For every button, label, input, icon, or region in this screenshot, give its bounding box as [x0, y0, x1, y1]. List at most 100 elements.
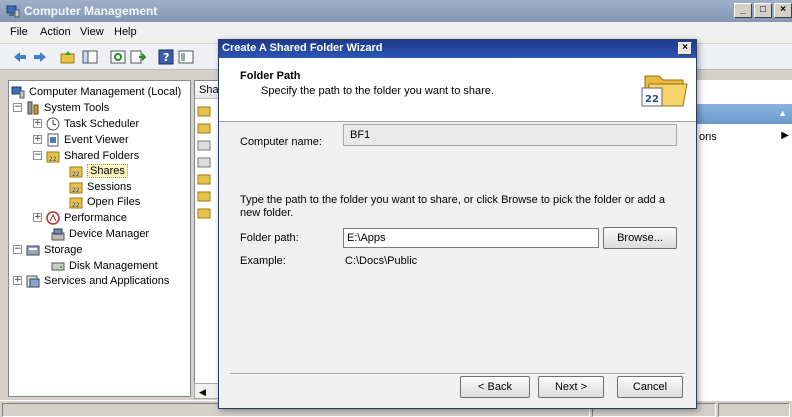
tree-item-label: Computer Management (Local)	[29, 85, 182, 98]
svg-text:?: ?	[163, 51, 169, 64]
cancel-button[interactable]: Cancel	[617, 376, 683, 398]
tree-item-sessions[interactable]: 22 Sessions	[69, 179, 132, 194]
folder-path-input[interactable]	[343, 228, 599, 248]
system-tools-icon	[27, 101, 39, 114]
svg-text:22: 22	[645, 94, 659, 105]
next-button[interactable]: Next >	[538, 376, 604, 398]
wizard-page-subheading: Specify the path to the folder you want …	[261, 85, 494, 97]
event-viewer-icon	[47, 133, 59, 146]
expand-toggle[interactable]: +	[33, 119, 42, 128]
share-icon[interactable]	[197, 105, 211, 117]
shared-folder-icon: 22	[46, 151, 60, 163]
tree-item-label: Device Manager	[69, 227, 150, 240]
expand-toggle[interactable]: +	[13, 276, 22, 285]
computer-management-icon	[6, 5, 20, 18]
actions-more-actions[interactable]: ons ▶	[697, 129, 792, 145]
folder-path-instruction: Type the path to the folder you want to …	[240, 194, 665, 219]
tree-item-disk-management[interactable]: Disk Management	[51, 258, 158, 273]
wizard-page-heading: Folder Path	[240, 70, 301, 82]
example-value: C:\Docs\Public	[345, 255, 418, 267]
actions-pane: ▲ ons ▶	[696, 80, 792, 400]
folder-path-label: Folder path:	[240, 232, 299, 244]
refresh-icon[interactable]	[110, 49, 126, 65]
actions-header[interactable]: ▲	[697, 104, 792, 124]
tree-item-label: Open Files	[87, 195, 141, 208]
storage-icon	[26, 245, 40, 255]
collapse-caret-icon[interactable]: ▲	[778, 108, 787, 118]
console-tree: Computer Management (Local) − System Too…	[8, 80, 191, 397]
services-icon	[26, 275, 40, 287]
svg-text:22: 22	[72, 187, 80, 194]
share-icon[interactable]	[197, 207, 211, 219]
footer-divider	[230, 373, 685, 375]
svg-text:22: 22	[72, 202, 80, 209]
share-icon[interactable]	[197, 156, 211, 168]
help-icon[interactable]: ?	[158, 49, 174, 65]
tree-item-label: Performance	[64, 211, 127, 224]
tree-item-label: Services and Applications	[44, 274, 170, 287]
forward-arrow-icon[interactable]	[32, 49, 48, 65]
back-button[interactable]: < Back	[460, 376, 530, 398]
show-hide-tree-icon[interactable]	[82, 49, 98, 65]
maximize-button[interactable]: □	[754, 3, 772, 18]
collapse-toggle[interactable]: −	[13, 103, 22, 112]
expand-toggle[interactable]: +	[33, 213, 42, 222]
menu-help[interactable]: Help	[114, 26, 137, 38]
tree-item-performance[interactable]: + Performance	[33, 210, 127, 225]
back-arrow-icon[interactable]	[12, 49, 28, 65]
example-label: Example:	[240, 255, 286, 267]
disk-management-icon	[51, 262, 65, 270]
svg-text:22: 22	[49, 156, 57, 163]
submenu-arrow-icon: ▶	[781, 130, 789, 141]
share-icon[interactable]	[197, 139, 211, 151]
dialog-title-bar: Create A Shared Folder Wizard ×	[219, 40, 696, 58]
clock-icon	[46, 117, 60, 130]
scroll-left-icon[interactable]: ◀	[199, 387, 206, 398]
tree-item-label: Task Scheduler	[64, 117, 140, 130]
wizard-header: Folder Path Specify the path to the fold…	[219, 58, 696, 122]
collapse-toggle[interactable]: −	[33, 151, 42, 160]
export-list-icon[interactable]	[130, 49, 146, 65]
shared-folder-icon: 22	[69, 166, 83, 178]
tree-item-label: Sessions	[87, 180, 132, 193]
main-title-bar: Computer Management _ □ ×	[0, 0, 792, 22]
menu-view[interactable]: View	[80, 26, 104, 38]
tree-item-label: System Tools	[44, 101, 110, 114]
actions-row-label: ons	[699, 131, 717, 143]
open-files-icon: 22	[69, 197, 83, 209]
menu-file[interactable]: File	[10, 26, 28, 38]
computer-name-field: BF1	[343, 124, 677, 146]
dialog-close-button[interactable]: ×	[678, 42, 692, 55]
tree-item-task-scheduler[interactable]: + Task Scheduler	[33, 116, 139, 131]
status-segment	[718, 403, 790, 417]
tree-item-storage[interactable]: − Storage	[13, 242, 83, 257]
tree-item-label: Shared Folders	[64, 149, 140, 162]
tree-item-open-files[interactable]: 22 Open Files	[69, 194, 140, 209]
expand-toggle[interactable]: +	[33, 135, 42, 144]
performance-icon	[46, 210, 60, 225]
shared-folder-icon: 22	[641, 75, 688, 107]
tree-item-shares[interactable]: 22 Shares	[69, 163, 128, 178]
up-folder-icon[interactable]	[60, 49, 76, 65]
tree-item-system-tools[interactable]: − System Tools	[13, 100, 109, 115]
computer-management-icon	[11, 86, 25, 98]
browse-button[interactable]: Browse...	[603, 227, 677, 249]
share-icon[interactable]	[197, 173, 211, 185]
tree-item-event-viewer[interactable]: + Event Viewer	[33, 132, 129, 147]
tree-item-label: Storage	[44, 243, 83, 256]
close-window-button[interactable]: ×	[774, 3, 792, 18]
view-icon[interactable]	[178, 49, 194, 65]
tree-item-computer-management[interactable]: Computer Management (Local)	[11, 84, 181, 99]
tree-item-shared-folders[interactable]: − 22 Shared Folders	[33, 148, 139, 163]
main-window-title: Computer Management	[24, 4, 158, 18]
menu-action[interactable]: Action	[40, 26, 71, 38]
collapse-toggle[interactable]: −	[13, 245, 22, 254]
share-icon[interactable]	[197, 190, 211, 202]
minimize-button[interactable]: _	[734, 3, 752, 18]
dialog-title: Create A Shared Folder Wizard	[222, 42, 383, 54]
share-icon[interactable]	[197, 122, 211, 134]
sessions-icon: 22	[69, 182, 83, 194]
tree-item-device-manager[interactable]: Device Manager	[51, 226, 149, 241]
tree-item-services-and-applications[interactable]: + Services and Applications	[13, 273, 169, 288]
create-shared-folder-wizard: Create A Shared Folder Wizard × Folder P…	[218, 39, 697, 409]
